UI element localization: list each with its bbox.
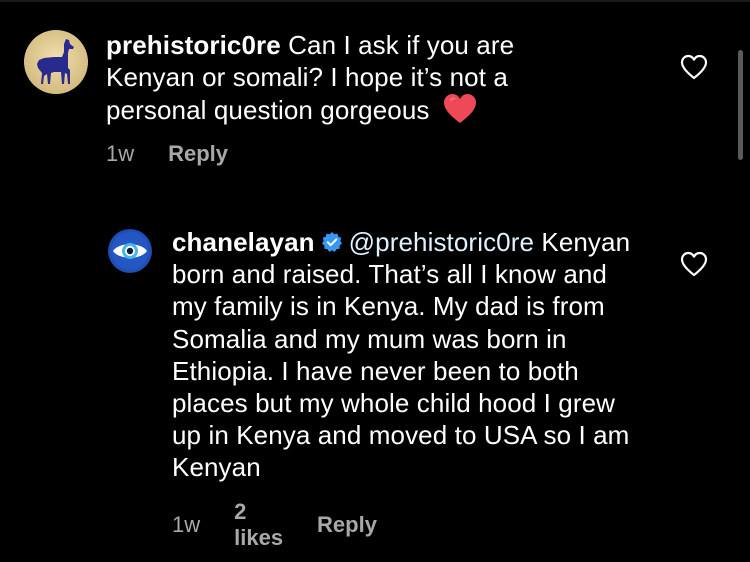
- scrollbar[interactable]: [738, 50, 743, 160]
- avatar[interactable]: [108, 229, 152, 273]
- comment-body: Kenyan born and raised. That’s all I kno…: [172, 227, 631, 483]
- heart-outline-icon: [680, 54, 708, 80]
- reply-button[interactable]: Reply: [317, 512, 377, 538]
- like-button[interactable]: [680, 251, 708, 277]
- avatar[interactable]: [24, 30, 88, 94]
- like-button[interactable]: [680, 54, 708, 80]
- comment-text: prehistoric0re Can I ask if you are Keny…: [106, 29, 566, 126]
- comment-username[interactable]: prehistoric0re: [106, 30, 281, 60]
- comment-meta: 1w Reply: [106, 141, 228, 167]
- comment-meta: 1w 2 likes Reply: [172, 499, 377, 551]
- heart-outline-icon: [680, 251, 708, 277]
- comment-text: chanelayan @prehistoric0re Kenyan born a…: [172, 226, 642, 484]
- comment-time: 1w: [172, 512, 201, 537]
- likes-count[interactable]: 2 likes: [234, 499, 283, 551]
- evil-eye-avatar-icon: [108, 229, 152, 273]
- llama-avatar-icon: [24, 30, 88, 94]
- top-divider: [0, 0, 750, 2]
- reply-button[interactable]: Reply: [168, 141, 228, 167]
- verified-badge-icon: [321, 232, 342, 252]
- comment-time: 1w: [106, 141, 135, 166]
- mention-link[interactable]: @prehistoric0re: [349, 227, 534, 257]
- comment-username[interactable]: chanelayan: [172, 227, 315, 257]
- heart-emoji-icon: [443, 94, 476, 123]
